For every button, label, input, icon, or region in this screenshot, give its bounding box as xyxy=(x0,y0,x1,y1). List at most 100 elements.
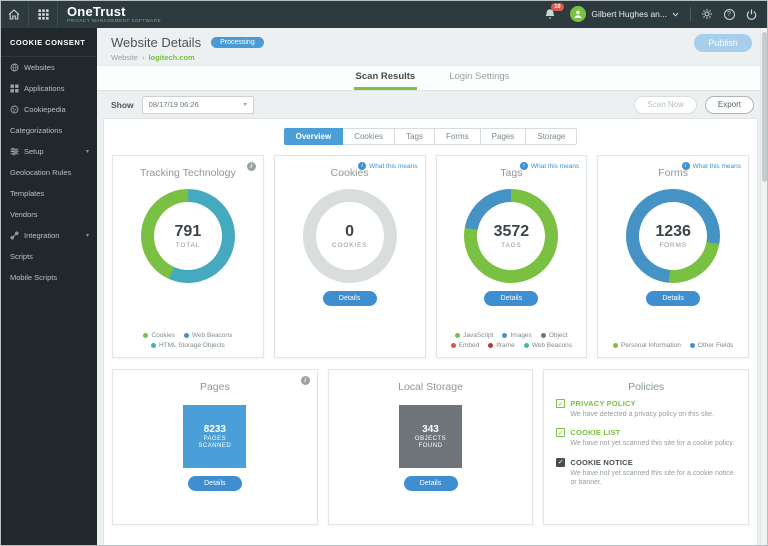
sidebar-header: COOKIE CONSENT xyxy=(0,28,97,57)
forms-details-button[interactable]: Details xyxy=(646,291,700,306)
sidebar-item-geolocation-rules[interactable]: Geolocation Rules xyxy=(0,162,97,183)
sidebar-item-label: Geolocation Rules xyxy=(10,168,89,177)
card-title: Tracking Technology xyxy=(113,167,263,179)
top-bar: OneTrust Privacy Management Software 10 … xyxy=(0,0,768,28)
logout-button[interactable] xyxy=(740,0,762,28)
vertical-scrollbar[interactable] xyxy=(760,28,768,546)
forms-total-unit: FORMS xyxy=(659,242,686,249)
sidebar-item-vendors[interactable]: Vendors xyxy=(0,204,97,225)
what-this-means-link[interactable]: iWhat this means xyxy=(358,162,417,170)
legend-item: Cookies xyxy=(143,332,174,339)
sidebar-item-label: Categorizations xyxy=(10,126,89,135)
tab-scan-results[interactable]: Scan Results xyxy=(354,66,418,90)
export-button[interactable]: Export xyxy=(705,96,754,114)
sidebar-item-templates[interactable]: Templates xyxy=(0,183,97,204)
legend-item: Web Beacons xyxy=(184,332,232,339)
topbar-divider xyxy=(690,7,691,21)
info-icon[interactable]: i xyxy=(247,162,256,171)
objects-label-2: FOUND xyxy=(419,443,443,449)
tracking-technology-donut-chart: 791 TOTAL xyxy=(141,189,235,283)
chevron-down-icon: ▾ xyxy=(244,101,247,108)
policy-label: COOKIE LIST xyxy=(570,428,620,437)
pages-details-button[interactable]: Details xyxy=(188,476,242,491)
sidebar-item-cookiepedia[interactable]: Cookiepedia xyxy=(0,99,97,120)
scrollbar-thumb[interactable] xyxy=(762,32,767,182)
page-title: Website Details xyxy=(111,35,201,50)
settings-button[interactable] xyxy=(696,0,718,28)
sidebar-item-categorizations[interactable]: Categorizations xyxy=(0,120,97,141)
breadcrumb-separator-icon: › xyxy=(142,53,145,62)
sidebar-item-label: Mobile Scripts xyxy=(10,273,89,282)
overview-subtabs: Overview Cookies Tags Forms Pages Storag… xyxy=(112,128,749,145)
sidebar-item-applications[interactable]: Applications xyxy=(0,78,97,99)
tags-donut-chart: 3572 TAGS xyxy=(464,189,558,283)
user-menu[interactable]: Gilbert Hughes an... xyxy=(570,6,679,22)
subtab-pages[interactable]: Pages xyxy=(480,128,527,145)
sidebar-item-label: Cookiepedia xyxy=(24,105,89,114)
subtab-storage[interactable]: Storage xyxy=(525,128,577,145)
avatar xyxy=(570,6,586,22)
detail-cards-row: i Pages 8233 PAGES SCANNED Details Local… xyxy=(112,369,749,525)
policy-list: ✓ PRIVACY POLICY We have detected a priv… xyxy=(544,393,748,497)
sidebar-item-scripts[interactable]: Scripts xyxy=(0,246,97,267)
sidebar-item-setup[interactable]: Setup ▾ xyxy=(0,141,97,162)
tags-total-value: 3572 xyxy=(494,223,530,241)
publish-button[interactable]: Publish xyxy=(694,34,752,52)
legend-item: HTML Storage Objects xyxy=(151,342,225,349)
cookies-details-button[interactable]: Details xyxy=(323,291,377,306)
legend-item: Object xyxy=(541,332,568,339)
breadcrumb-current: logitech.com xyxy=(148,53,194,62)
subtab-cookies[interactable]: Cookies xyxy=(342,128,395,145)
plug-icon xyxy=(10,231,19,240)
tracking-total-unit: TOTAL xyxy=(176,242,200,249)
what-this-means-link[interactable]: iWhat this means xyxy=(520,162,579,170)
scan-date-select[interactable]: 08/17/19 06:26 ▾ xyxy=(142,96,254,114)
subtab-tags[interactable]: Tags xyxy=(394,128,435,145)
chevron-down-icon: ▾ xyxy=(86,232,89,239)
legend-dot xyxy=(451,343,456,348)
legend-dot xyxy=(184,333,189,338)
info-icon[interactable]: i xyxy=(301,376,310,385)
subtab-overview[interactable]: Overview xyxy=(284,128,344,145)
processing-status-badge: Processing xyxy=(211,37,264,48)
check-icon: ✓ xyxy=(556,428,565,437)
tags-details-button[interactable]: Details xyxy=(484,291,538,306)
legend-item: Images xyxy=(502,332,531,339)
scan-now-button[interactable]: Scan Now xyxy=(634,96,696,114)
donut-center: 0 COOKIES xyxy=(303,189,397,283)
home-button[interactable] xyxy=(0,0,29,28)
card-title: Policies xyxy=(544,381,748,393)
pages-count: 8233 xyxy=(204,424,226,435)
policy-item-cookie-list: ✓ COOKIE LIST We have not yet scanned th… xyxy=(556,428,736,448)
pages-label: PAGES xyxy=(203,436,226,442)
breadcrumb: Website › logitech.com xyxy=(111,53,754,62)
donut-center: 3572 TAGS xyxy=(464,189,558,283)
apps-grid-button[interactable] xyxy=(29,0,58,28)
tags-legend: JavaScript Images Object Embed Iframe We… xyxy=(443,332,581,349)
what-this-means-link[interactable]: iWhat this means xyxy=(682,162,741,170)
local-storage-stat: 343 OBJECTS FOUND xyxy=(399,405,462,468)
sidebar-item-websites[interactable]: Websites xyxy=(0,57,97,78)
page-header: Website Details Processing Website › log… xyxy=(97,28,768,65)
help-button[interactable]: ? xyxy=(718,0,740,28)
help-icon: ? xyxy=(724,9,735,20)
main-content: Website Details Processing Website › log… xyxy=(97,28,768,546)
notifications-button[interactable]: 10 xyxy=(544,8,556,21)
globe-icon xyxy=(10,63,19,72)
breadcrumb-root[interactable]: Website xyxy=(111,53,138,62)
legend-item: Web Beacons xyxy=(524,342,572,349)
donut-center: 791 TOTAL xyxy=(141,189,235,283)
sidebar-item-mobile-scripts[interactable]: Mobile Scripts xyxy=(0,267,97,288)
sidebar-item-integration[interactable]: Integration ▾ xyxy=(0,225,97,246)
sidebar-item-label: Websites xyxy=(24,63,89,72)
info-icon: i xyxy=(358,162,366,170)
user-name: Gilbert Hughes an... xyxy=(591,9,667,19)
cookies-total-unit: COOKIES xyxy=(332,242,367,249)
cookies-total-value: 0 xyxy=(345,223,354,241)
subtab-forms[interactable]: Forms xyxy=(434,128,481,145)
brand-logo: OneTrust Privacy Management Software xyxy=(67,5,161,24)
local-storage-details-button[interactable]: Details xyxy=(404,476,458,491)
chevron-down-icon xyxy=(672,12,679,17)
checkbox-icon: ✓ xyxy=(556,458,565,467)
tab-login-settings[interactable]: Login Settings xyxy=(447,66,511,90)
